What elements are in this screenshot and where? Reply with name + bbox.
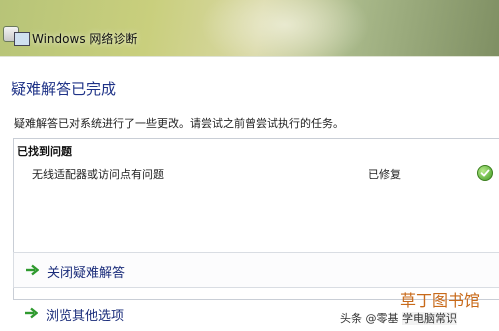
close-troubleshooter-label: 关闭疑难解答 [47, 266, 126, 281]
green-arrow-icon [25, 307, 38, 319]
issue-status: 已修复 [368, 168, 401, 181]
green-arrow-icon [26, 264, 39, 276]
main-content: 疑难解答已完成 疑难解答已对系统进行了一些更改。请尝试之前曾尝试执行的任务。 已… [0, 56, 499, 331]
attribution-prefix: 头条 [340, 312, 362, 325]
attribution-handle: @零基 [365, 312, 399, 325]
explore-other-options-label: 浏览其他选项 [46, 309, 125, 324]
results-header: 已找到问题 [17, 145, 72, 158]
source-attribution: 头条 @零基 学电脑常识 [340, 310, 457, 326]
attribution-rest: 学电脑常识 [402, 312, 457, 325]
title-bar: Windows 网络诊断 [0, 0, 499, 70]
check-icon [477, 165, 493, 181]
page-heading: 疑难解答已完成 [11, 80, 117, 98]
watermark: 草丁图书馆 [400, 291, 481, 310]
close-troubleshooter-button[interactable]: 关闭疑难解答 [13, 252, 499, 288]
issue-description: 无线适配器或访问点有问题 [32, 168, 164, 181]
page-description: 疑难解答已对系统进行了一些更改。请尝试之前曾尝试执行的任务。 [14, 117, 344, 130]
network-diagnostics-icon [14, 32, 30, 46]
window-title: Windows 网络诊断 [32, 32, 138, 46]
